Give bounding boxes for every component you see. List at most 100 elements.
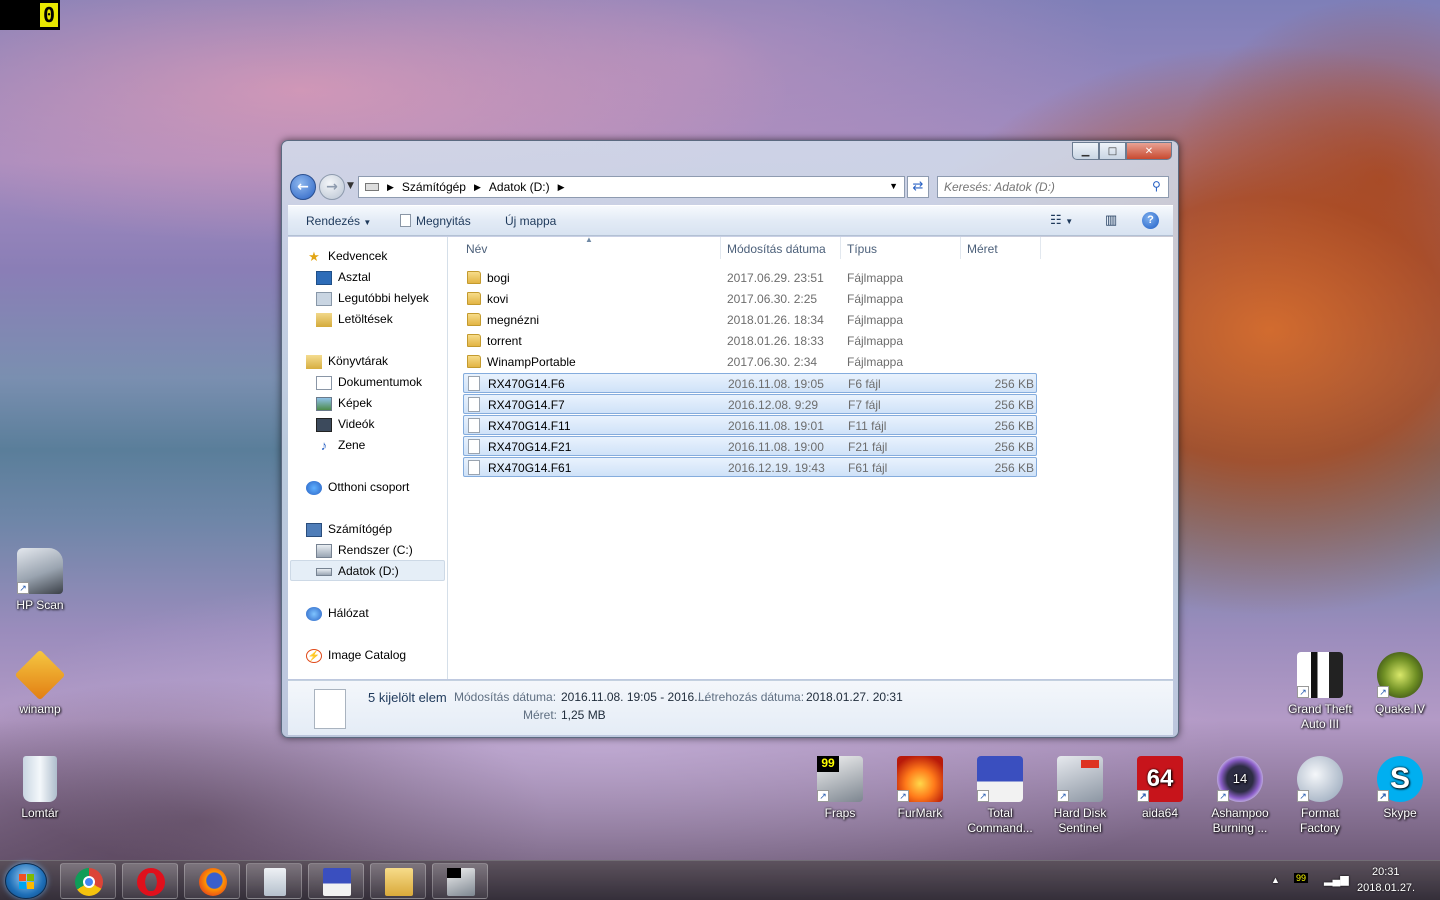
desktop-icon-recycle-bin[interactable]: Lomtár [0, 756, 80, 821]
file-modified: 2016.12.08. 9:29 [728, 398, 819, 412]
taskbar-calculator[interactable] [246, 863, 302, 899]
ashampoo-burning-icon: 14 ↗ [1217, 756, 1263, 802]
breadcrumb-drive-d[interactable]: Adatok (D:) [489, 180, 550, 194]
desktop-icon-label: winamp [19, 702, 61, 716]
desktop-icon-fraps[interactable]: 99 ↗ Fraps [800, 756, 880, 821]
folder-icon [385, 868, 413, 896]
address-dropdown-icon[interactable]: ▼ [889, 181, 898, 191]
opera-icon [137, 868, 165, 896]
file-row[interactable]: RX470G14.F61 2016.12.19. 19:43 F61 fájl 256… [463, 457, 1037, 477]
close-button[interactable]: ✕ [1126, 142, 1172, 160]
back-button[interactable]: ← [290, 174, 316, 200]
breadcrumb-sep-icon[interactable]: ▶ [474, 182, 481, 193]
show-hidden-icons-icon[interactable]: ▲ [1271, 875, 1280, 885]
clock-time[interactable]: 20:31 [1372, 866, 1400, 878]
fraps-icon [447, 868, 475, 896]
desktop-icon-label: Fraps [824, 806, 856, 820]
nav-recent-places[interactable]: Legutóbbi helyek [316, 288, 429, 309]
taskbar-total-commander[interactable] [308, 863, 364, 899]
nav-drive-c[interactable]: Rendszer (C:) [316, 540, 413, 561]
new-folder-button[interactable]: Új mappa [505, 214, 556, 228]
nav-drive-d[interactable]: Adatok (D:) [290, 560, 445, 581]
file-row[interactable]: RX470G14.F11 2016.11.08. 19:01 F11 fájl 256… [463, 415, 1037, 435]
nav-desktop[interactable]: Asztal [316, 267, 371, 288]
column-header-name[interactable]: Név [466, 242, 487, 256]
desktop-icon-hard-disk-sentinel[interactable]: ↗ Hard Disk Sentinel [1040, 756, 1120, 836]
file-row[interactable]: RX470G14.F21 2016.11.08. 19:00 F21 fájl 256… [463, 436, 1037, 456]
firefox-icon [199, 868, 227, 896]
file-icon [314, 689, 346, 729]
nav-documents[interactable]: Dokumentumok [316, 372, 422, 393]
organize-button[interactable]: Rendezés ▼ [306, 214, 371, 228]
desktop-icon-ashampoo[interactable]: 14 ↗ Ashampoo Burning ... [1200, 756, 1280, 836]
nav-videos[interactable]: Videók [316, 414, 374, 435]
address-bar[interactable]: ▶ Számítógép ▶ Adatok (D:) ▶ ▼ [358, 176, 905, 198]
start-button[interactable] [5, 863, 47, 899]
search-input[interactable] [937, 176, 1169, 198]
column-divider[interactable] [1040, 237, 1041, 259]
desktop-icon-hp-scan[interactable]: ↗ HP Scan [0, 548, 80, 613]
file-row[interactable]: torrent 2018.01.26. 18:33 Fájlmappa [463, 331, 1037, 351]
file-row[interactable]: RX470G14.F6 2016.11.08. 19:05 F6 fájl 256 K… [463, 373, 1037, 393]
nav-favorites[interactable]: ★ Kedvencek [306, 246, 387, 267]
search-icon[interactable]: ⚲ [1152, 179, 1161, 193]
column-divider[interactable] [960, 237, 961, 259]
file-icon [468, 460, 480, 475]
desktop-icon-skype[interactable]: S ↗ Skype [1360, 756, 1440, 821]
file-size: 256 KB [994, 377, 1034, 391]
column-header-modified[interactable]: Módosítás dátuma [727, 242, 826, 256]
navigation-pane: ★ Kedvencek Asztal Legutóbbi helyek Letöl… [288, 237, 448, 679]
open-button[interactable]: Megnyitás [400, 214, 471, 228]
address-sep-icon: ▶ [387, 181, 394, 192]
refresh-button[interactable]: ⇄ [907, 176, 929, 198]
recent-pages-dropdown[interactable]: ▼ [347, 181, 354, 191]
desktop-icon-gta3[interactable]: ↗ Grand Theft Auto III [1280, 652, 1360, 732]
document-icon [400, 214, 411, 227]
nav-downloads[interactable]: Letöltések [316, 309, 393, 330]
desktop-icon-format-factory[interactable]: ↗ Format Factory [1280, 756, 1360, 836]
file-name: kovi [487, 292, 509, 306]
column-header-type[interactable]: Típus [847, 242, 877, 256]
open-label: Megnyitás [416, 214, 471, 228]
taskbar-chrome[interactable] [60, 863, 116, 899]
help-icon[interactable]: ? [1142, 212, 1159, 229]
clock-date[interactable]: 2018.01.27. [1357, 882, 1415, 894]
nav-music[interactable]: ♪ Zene [316, 435, 366, 456]
nav-network[interactable]: Hálózat [306, 603, 369, 624]
desktop-icon-total-commander[interactable]: ↗ Total Command... [960, 756, 1040, 836]
taskbar-explorer[interactable] [370, 863, 426, 899]
file-row[interactable]: bogi 2017.06.29. 23:51 Fájlmappa [463, 268, 1037, 288]
nav-computer[interactable]: Számítógép [306, 519, 392, 540]
column-header-size[interactable]: Méret [967, 242, 998, 256]
taskbar-firefox[interactable] [184, 863, 240, 899]
chevron-down-icon: ▼ [363, 218, 372, 227]
minimize-button[interactable]: ▁ [1072, 142, 1099, 160]
desktop-icon-winamp[interactable]: winamp [0, 649, 80, 717]
fraps-tray-icon[interactable]: 99 [1294, 873, 1309, 883]
nav-image-catalog[interactable]: ⚡ Image Catalog [306, 645, 406, 666]
column-divider[interactable] [720, 237, 721, 259]
nav-libraries[interactable]: Könyvtárak [306, 351, 388, 372]
file-row[interactable]: megnézni 2018.01.26. 18:34 Fájlmappa [463, 310, 1037, 330]
maximize-button[interactable]: □ [1099, 142, 1126, 160]
taskbar-opera[interactable] [122, 863, 178, 899]
view-options-icon[interactable]: ☷ ▼ [1050, 212, 1073, 228]
file-row[interactable]: kovi 2017.06.30. 2:25 Fájlmappa [463, 289, 1037, 309]
forward-button[interactable]: → [319, 174, 345, 200]
nav-pictures[interactable]: Képek [316, 393, 372, 414]
column-divider[interactable] [840, 237, 841, 259]
breadcrumb-sep-icon[interactable]: ▶ [558, 182, 565, 193]
details-pane: 5 kijelölt elem Módosítás dátuma: 2016.1… [288, 680, 1173, 735]
file-row[interactable]: RX470G14.F7 2016.12.08. 9:29 F7 fájl 256 KB [463, 394, 1037, 414]
explorer-window[interactable]: ▁ □ ✕ ← → ▼ ▶ Számítógép ▶ Adatok (D:) ▶… [281, 140, 1179, 738]
desktop-icon-aida64[interactable]: 64 ↗ aida64 [1120, 756, 1200, 821]
breadcrumb-computer[interactable]: Számítógép [402, 180, 466, 194]
computer-icon [306, 522, 322, 537]
file-row[interactable]: WinampPortable 2017.06.30. 2:34 Fájlmappa [463, 352, 1037, 372]
taskbar-fraps[interactable] [432, 863, 488, 899]
desktop-icon-quake4[interactable]: ↗ Quake.IV [1360, 652, 1440, 717]
preview-pane-icon[interactable]: ▥ [1105, 212, 1117, 228]
nav-homegroup[interactable]: Otthoni csoport [306, 477, 409, 498]
desktop-icon-furmark[interactable]: ↗ FurMark [880, 756, 960, 821]
network-signal-icon[interactable]: ▂▄▆ [1324, 873, 1349, 886]
